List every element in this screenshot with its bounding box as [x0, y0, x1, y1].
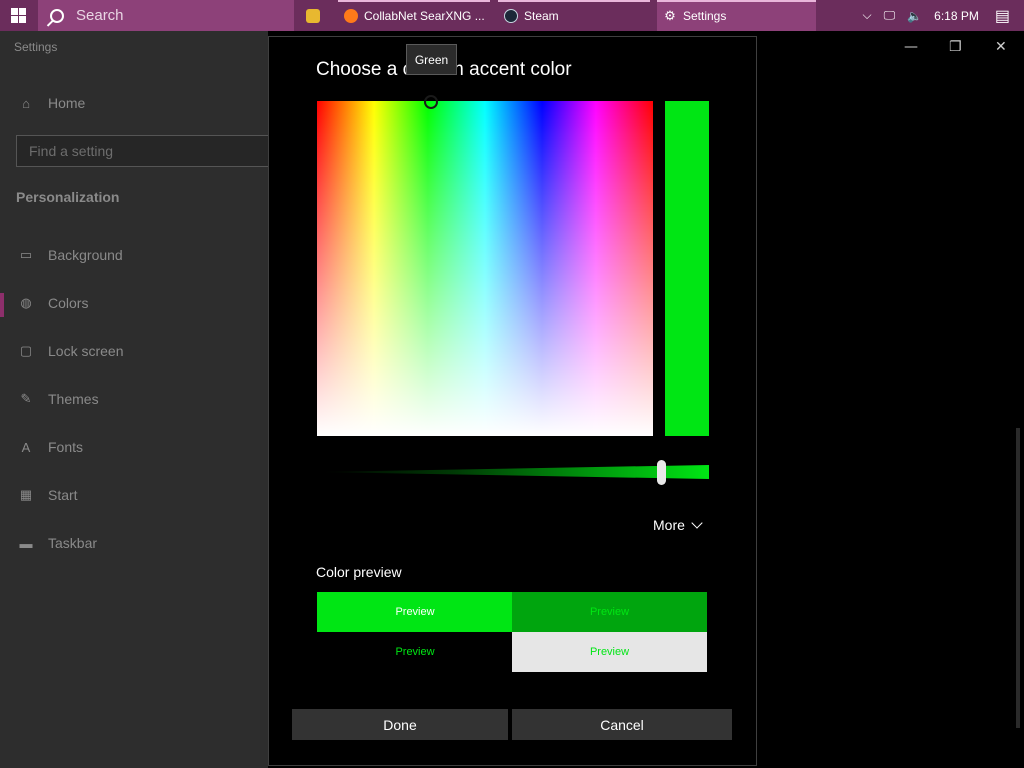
window-title: Settings — [14, 40, 58, 54]
font-icon: A — [21, 439, 31, 455]
nav-lock-screen-label: Lock screen — [48, 343, 124, 359]
preview-text-on-dark: Preview — [317, 632, 513, 672]
nav-taskbar[interactable]: ▬ Taskbar — [18, 535, 98, 551]
system-tray: ⌵ 🖵 🔈 6:18 PM ▤ — [857, 0, 1024, 31]
gear-icon: ⚙ — [664, 7, 676, 23]
taskbar: Search CollabNet SearXNG ... Steam ⚙ Set… — [0, 0, 1024, 31]
start-button[interactable] — [0, 0, 36, 31]
taskbar-settings-label: Settings — [683, 8, 727, 23]
volume-icon[interactable]: 🔈 — [907, 9, 922, 23]
nav-themes-label: Themes — [48, 391, 99, 407]
start-menu-icon: ▦ — [19, 487, 33, 502]
find-setting-input[interactable]: Find a setting — [16, 135, 278, 167]
preview-accent-dark: Preview — [512, 592, 707, 632]
nav-background[interactable]: ▭ Background — [18, 247, 123, 263]
close-button[interactable]: ✕ — [995, 39, 1007, 55]
preview-accent-on-light: Preview — [317, 592, 513, 632]
preview-text-on-light: Preview — [512, 632, 707, 672]
steam-icon — [504, 8, 518, 23]
color-picker-handle[interactable] — [424, 95, 438, 109]
minimize-button[interactable]: — — [904, 39, 918, 55]
nav-colors[interactable]: ◍ Colors — [18, 295, 88, 311]
selection-indicator — [0, 293, 4, 317]
taskbar-steam[interactable]: Steam — [498, 0, 650, 31]
color-spectrum[interactable] — [317, 101, 653, 436]
selected-color-swatch — [665, 101, 709, 436]
taskbar-firefox-label: CollabNet SearXNG ... — [364, 8, 485, 23]
nav-start[interactable]: ▦ Start — [18, 487, 78, 503]
brightness-slider-thumb[interactable] — [657, 460, 666, 485]
restore-button[interactable]: ❐ — [949, 39, 962, 55]
nav-fonts[interactable]: A Fonts — [18, 439, 83, 455]
firefox-icon — [344, 8, 358, 23]
palette-icon: ◍ — [20, 295, 32, 310]
taskbar-file-explorer[interactable] — [300, 0, 330, 31]
color-preview-label: Color preview — [316, 564, 402, 580]
taskbar-search-box[interactable]: Search — [38, 0, 294, 31]
brush-icon: ✎ — [20, 391, 32, 406]
done-button[interactable]: Done — [292, 709, 508, 740]
nav-fonts-label: Fonts — [48, 439, 84, 455]
nav-home-label: Home — [48, 95, 86, 111]
chevron-down-icon — [691, 516, 703, 529]
taskbar-search-label: Search — [76, 7, 124, 24]
taskbar-settings[interactable]: ⚙ Settings — [657, 0, 816, 31]
windows-logo-icon — [10, 8, 26, 23]
lock-screen-icon: ▢ — [19, 343, 33, 358]
color-name-tooltip: Green — [406, 44, 457, 75]
network-icon[interactable]: 🖵 — [884, 8, 896, 23]
taskbar-icon: ▬ — [19, 535, 33, 551]
more-label: More — [653, 517, 685, 533]
taskbar-steam-label: Steam — [524, 8, 559, 23]
cancel-button[interactable]: Cancel — [512, 709, 732, 740]
nav-themes[interactable]: ✎ Themes — [18, 391, 99, 407]
picture-icon: ▭ — [19, 247, 33, 262]
search-icon — [50, 8, 64, 23]
action-center-icon[interactable]: ▤ — [995, 6, 1010, 26]
scrollbar[interactable] — [1016, 428, 1020, 728]
nav-background-label: Background — [48, 247, 123, 263]
more-toggle[interactable]: More — [653, 516, 703, 533]
nav-taskbar-label: Taskbar — [48, 535, 98, 551]
clock[interactable]: 6:18 PM — [934, 9, 979, 23]
nav-lock-screen[interactable]: ▢ Lock screen — [18, 343, 124, 359]
nav-home[interactable]: ⌂ Home — [18, 95, 85, 111]
nav-start-label: Start — [48, 487, 78, 503]
find-setting-placeholder: Find a setting — [29, 143, 114, 159]
taskbar-firefox[interactable]: CollabNet SearXNG ... — [338, 0, 490, 31]
file-explorer-icon — [306, 8, 320, 23]
home-icon: ⌂ — [22, 95, 30, 111]
chevron-up-icon[interactable]: ⌵ — [863, 8, 872, 23]
section-heading: Personalization — [16, 189, 120, 205]
nav-colors-label: Colors — [48, 295, 89, 311]
